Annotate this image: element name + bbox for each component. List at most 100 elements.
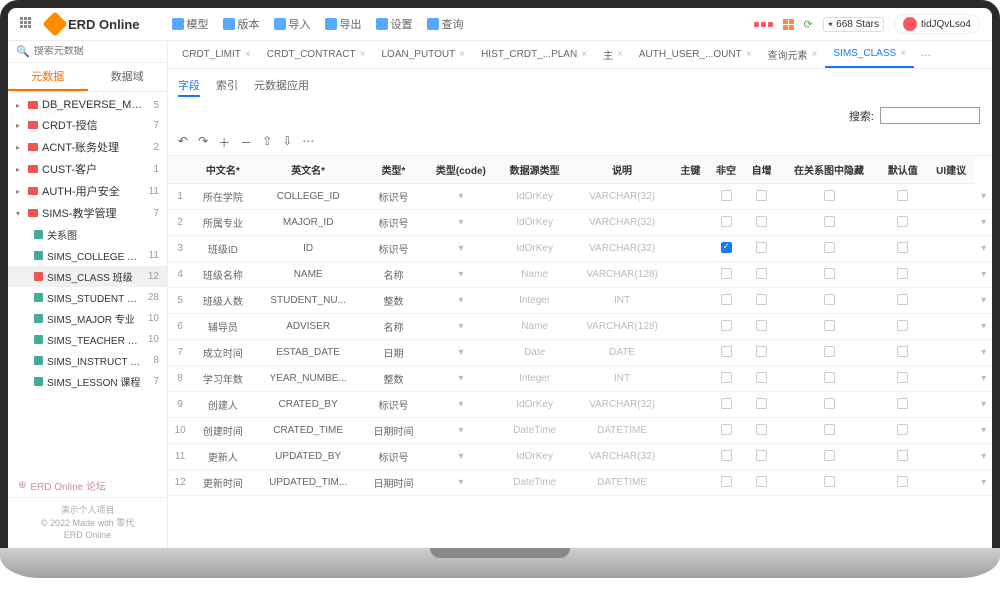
checkbox[interactable] <box>824 320 835 331</box>
close-icon[interactable]: × <box>459 49 465 60</box>
checkbox[interactable] <box>897 476 908 487</box>
checkbox[interactable] <box>721 216 732 227</box>
table-row[interactable]: 6辅导员ADVISER名称▾NameVARCHAR(128)▾ <box>168 314 992 340</box>
checkbox[interactable] <box>824 398 835 409</box>
checkbox[interactable] <box>897 398 908 409</box>
tree-item[interactable]: 关系图 <box>8 224 167 245</box>
subtab-0[interactable]: 字段 <box>178 75 200 97</box>
grid-search-input[interactable] <box>880 107 980 124</box>
move-down-icon[interactable]: ⇩ <box>282 134 292 151</box>
checkbox[interactable] <box>824 372 835 383</box>
checkbox[interactable] <box>824 294 835 305</box>
move-up-icon[interactable]: ⇧ <box>262 134 272 151</box>
checkbox[interactable] <box>824 346 835 357</box>
column-header[interactable]: 数据源类型 <box>498 156 572 184</box>
close-icon[interactable]: × <box>812 49 818 60</box>
tab[interactable]: CRDT_CONTRACT× <box>259 41 374 68</box>
tree-group[interactable]: ▾SIMS-教学管理7 <box>8 202 167 224</box>
checkbox[interactable] <box>721 346 732 357</box>
table-row[interactable]: 2所属专业MAJOR_ID标识号▾IdOrKeyVARCHAR(32)▾ <box>168 210 992 236</box>
checkbox[interactable] <box>721 242 732 253</box>
menu-settings[interactable]: 设置 <box>376 16 413 32</box>
close-icon[interactable]: × <box>746 49 752 60</box>
tree-item[interactable]: SIMS_CLASS 班级12 <box>8 266 167 287</box>
column-header[interactable]: 类型* <box>363 156 424 184</box>
checkbox[interactable] <box>897 372 908 383</box>
table-row[interactable]: 7成立时间ESTAB_DATE日期▾DateDATE▾ <box>168 340 992 366</box>
checkbox[interactable] <box>897 346 908 357</box>
tab[interactable]: 查询元素× <box>760 41 826 68</box>
checkbox[interactable] <box>721 294 732 305</box>
checkbox[interactable] <box>756 216 767 227</box>
redo-icon[interactable]: ↷ <box>198 134 208 151</box>
column-header[interactable]: UI建议 <box>927 156 975 184</box>
checkbox[interactable] <box>897 450 908 461</box>
table-row[interactable]: 11更新人UPDATED_BY标识号▾IdOrKeyVARCHAR(32)▾ <box>168 444 992 470</box>
checkbox[interactable] <box>756 242 767 253</box>
checkbox[interactable] <box>897 294 908 305</box>
more-icon[interactable]: ⋯ <box>302 134 314 151</box>
github-stars[interactable]: ⭑ 668 Stars <box>823 17 884 32</box>
subtab-2[interactable]: 元数据应用 <box>254 75 309 97</box>
checkbox[interactable] <box>897 190 908 201</box>
table-row[interactable]: 1所在学院COLLEGE_ID标识号▾IdOrKeyVARCHAR(32)▾ <box>168 184 992 210</box>
subtab-1[interactable]: 索引 <box>216 75 238 97</box>
checkbox[interactable] <box>721 320 732 331</box>
close-icon[interactable]: × <box>617 49 623 60</box>
close-icon[interactable]: × <box>581 49 587 60</box>
table-row[interactable]: 12更新时间UPDATED_TIM...日期时间▾DateTimeDATETIM… <box>168 470 992 496</box>
checkbox[interactable] <box>756 294 767 305</box>
checkbox[interactable] <box>756 398 767 409</box>
checkbox[interactable] <box>824 216 835 227</box>
column-header[interactable]: 主键 <box>673 156 709 184</box>
checkbox[interactable] <box>721 190 732 201</box>
close-icon[interactable]: × <box>900 48 906 59</box>
table-row[interactable]: 9创建人CRATED_BY标识号▾IdOrKeyVARCHAR(32)▾ <box>168 392 992 418</box>
column-header[interactable]: 自增 <box>744 156 780 184</box>
forum-link[interactable]: ⊕ ERD Online 论坛 <box>8 474 167 497</box>
menu-version[interactable]: 版本 <box>223 16 260 32</box>
tree-group[interactable]: ▸AUTH-用户安全11 <box>8 180 167 202</box>
close-icon[interactable]: × <box>245 49 251 60</box>
checkbox[interactable] <box>756 346 767 357</box>
checkbox[interactable] <box>897 424 908 435</box>
checkbox[interactable] <box>756 424 767 435</box>
checkbox[interactable] <box>897 320 908 331</box>
checkbox[interactable] <box>824 476 835 487</box>
checkbox[interactable] <box>824 268 835 279</box>
refresh-icon[interactable]: ⟳ <box>804 18 813 31</box>
tab[interactable]: LOAN_PUTOUT× <box>373 41 473 68</box>
column-header[interactable]: 类型(code) <box>424 156 498 184</box>
table-row[interactable]: 8学习年数YEAR_NUMBE...整数▾IntegerINT▾ <box>168 366 992 392</box>
tree-item[interactable]: SIMS_LESSON 课程7 <box>8 371 167 392</box>
menu-model[interactable]: 模型 <box>172 16 209 32</box>
checkbox[interactable] <box>756 268 767 279</box>
checkbox[interactable] <box>756 190 767 201</box>
checkbox[interactable] <box>756 372 767 383</box>
tree-group[interactable]: ▸DB_REVERSE_MYSQL ...5 <box>8 96 167 114</box>
checkbox[interactable] <box>721 424 732 435</box>
tree-item[interactable]: SIMS_COLLEGE 学院11 <box>8 245 167 266</box>
apps-icon[interactable] <box>20 17 34 31</box>
tree-group[interactable]: ▸CRDT-授信7 <box>8 114 167 136</box>
user-badge[interactable]: tidJQvLso4 <box>894 14 980 34</box>
checkbox[interactable] <box>721 372 732 383</box>
tree-item[interactable]: SIMS_MAJOR 专业10 <box>8 308 167 329</box>
checkbox[interactable] <box>756 320 767 331</box>
close-icon[interactable]: × <box>360 49 366 60</box>
menu-import[interactable]: 导入 <box>274 16 311 32</box>
table-row[interactable]: 10创建时间CRATED_TIME日期时间▾DateTimeDATETIME▾ <box>168 418 992 444</box>
side-tab-0[interactable]: 元数据 <box>8 63 88 91</box>
checkbox[interactable] <box>824 190 835 201</box>
column-header[interactable]: 中文名* <box>192 156 253 184</box>
view-grid-icon[interactable] <box>783 19 794 30</box>
table-row[interactable]: 4班级名称NAME名称▾NameVARCHAR(128)▾ <box>168 262 992 288</box>
column-header[interactable]: 默认值 <box>879 156 927 184</box>
tree-item[interactable]: SIMS_TEACHER 教师10 <box>8 329 167 350</box>
checkbox[interactable] <box>721 450 732 461</box>
remove-icon[interactable]: － <box>240 134 252 151</box>
checkbox[interactable] <box>897 242 908 253</box>
tree-group[interactable]: ▸ACNT-账务处理2 <box>8 136 167 158</box>
logo[interactable]: ERD Online <box>46 15 140 33</box>
view-dots-icon[interactable] <box>754 22 773 27</box>
